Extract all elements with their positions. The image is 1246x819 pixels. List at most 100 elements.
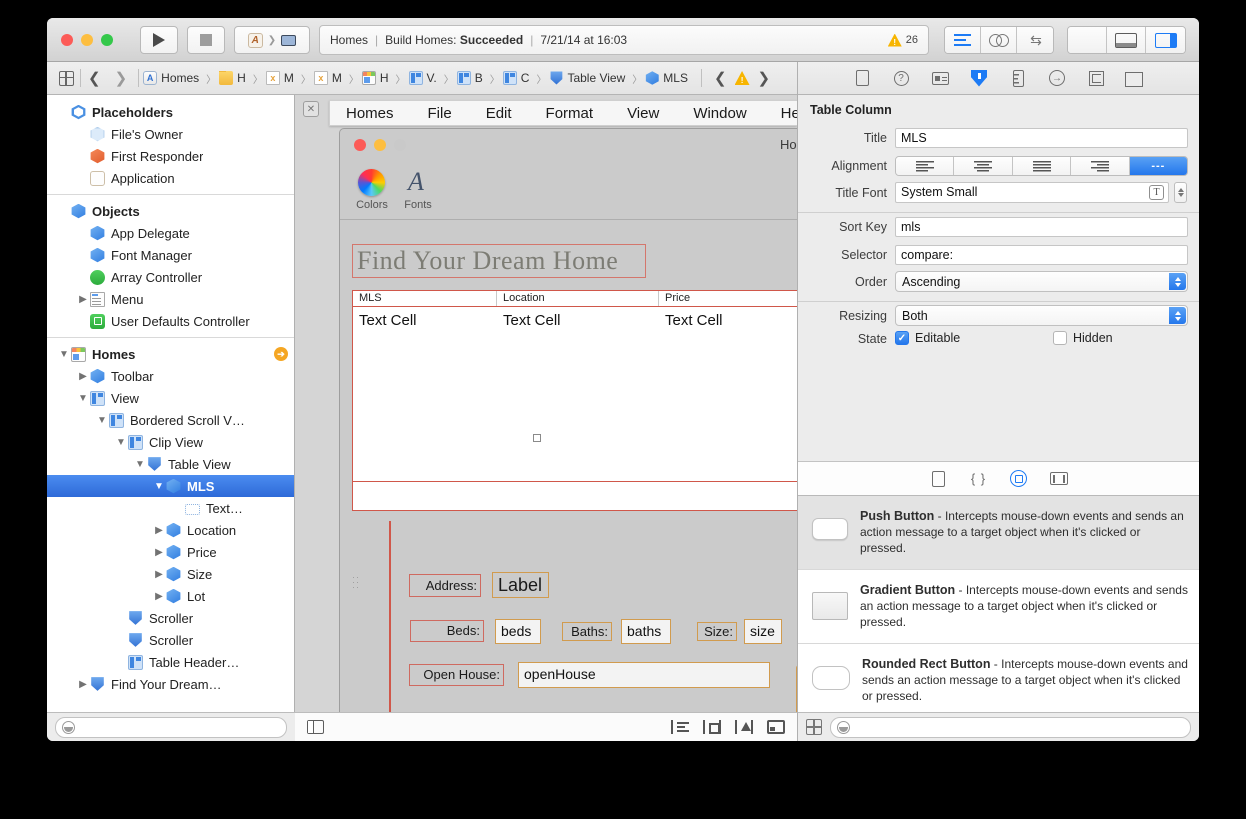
outline-row[interactable]: ▼ Clip View bbox=[47, 431, 294, 453]
breadcrumb-item[interactable]: MLS 〉 bbox=[645, 71, 688, 85]
resizing-behavior-icon[interactable] bbox=[767, 720, 785, 734]
outline-row[interactable]: ▶ Lot bbox=[47, 585, 294, 607]
font-size-stepper[interactable] bbox=[1174, 182, 1187, 203]
outline-row[interactable]: ▼ Table View bbox=[47, 453, 294, 475]
editable-checkbox[interactable]: ✓ bbox=[895, 331, 909, 345]
disclosure-triangle-icon[interactable]: ▶ bbox=[152, 547, 166, 558]
outline-row[interactable]: ▶ Location bbox=[47, 519, 294, 541]
breadcrumb-item[interactable]: M 〉 bbox=[314, 71, 359, 86]
table-column-header[interactable]: MLS bbox=[353, 291, 497, 306]
beds-field[interactable]: beds bbox=[495, 619, 541, 644]
debug-area-toggle-button[interactable] bbox=[1107, 27, 1146, 53]
sort-key-field[interactable] bbox=[895, 217, 1188, 237]
order-popup[interactable]: Ascending bbox=[895, 271, 1188, 292]
disclosure-triangle-icon[interactable]: ▼ bbox=[114, 437, 128, 448]
mock-menu-item[interactable]: View bbox=[627, 105, 659, 122]
version-editor-button[interactable]: ⇆ bbox=[1017, 27, 1053, 53]
mock-menu-item[interactable]: Format bbox=[546, 105, 594, 122]
outline-row[interactable]: Array Controller bbox=[47, 266, 294, 288]
baths-label[interactable]: Baths: bbox=[562, 622, 612, 641]
size-field[interactable]: size bbox=[744, 619, 782, 644]
breadcrumb-item[interactable]: M 〉 bbox=[266, 71, 311, 86]
attributes-inspector-tab[interactable] bbox=[970, 69, 988, 87]
font-panel-icon[interactable]: T bbox=[1149, 185, 1164, 200]
bindings-inspector-tab[interactable] bbox=[1087, 69, 1105, 87]
outline-row[interactable]: ▼ View bbox=[47, 387, 294, 409]
disclosure-triangle-icon[interactable]: ▶ bbox=[152, 525, 166, 536]
breadcrumb-item[interactable]: B 〉 bbox=[457, 71, 500, 86]
scheme-selector[interactable]: A ❯ bbox=[234, 26, 310, 54]
open-house-label[interactable]: Open House: bbox=[409, 664, 504, 686]
outline-row[interactable]: App Delegate bbox=[47, 222, 294, 244]
outline-row[interactable]: First Responder bbox=[47, 145, 294, 167]
selection-handle[interactable] bbox=[533, 434, 541, 442]
navigator-toggle-button[interactable] bbox=[1068, 27, 1107, 53]
disclosure-triangle-icon[interactable]: ▶ bbox=[76, 679, 90, 690]
file-inspector-tab[interactable] bbox=[853, 69, 871, 87]
next-issue-button[interactable]: ❯ bbox=[756, 69, 773, 87]
mock-menu-item[interactable]: Window bbox=[693, 105, 746, 122]
mock-menu-item[interactable]: Help bbox=[781, 105, 797, 122]
align-justify-segment[interactable] bbox=[1013, 157, 1071, 175]
align-natural-segment[interactable]: --- bbox=[1130, 157, 1187, 175]
library-item[interactable]: Rounded Rect Button - Intercepts mouse-d… bbox=[798, 644, 1199, 712]
library-filter-field[interactable] bbox=[830, 717, 1191, 738]
disclosure-triangle-icon[interactable]: ▶ bbox=[152, 569, 166, 580]
color-wheel-icon[interactable] bbox=[358, 169, 385, 196]
hero-title-label[interactable]: Find Your Dream Home bbox=[352, 244, 646, 278]
design-window[interactable]: Homes Colors A Fonts Find Your Dream Hom… bbox=[339, 128, 797, 712]
outline-row[interactable]: ▶ Menu bbox=[47, 288, 294, 310]
address-value-label[interactable]: Label bbox=[492, 572, 549, 598]
baths-field[interactable]: baths bbox=[621, 619, 671, 644]
outline-row[interactable]: ▶ Find Your Dream… bbox=[47, 673, 294, 695]
back-button[interactable]: ❮ bbox=[81, 69, 108, 87]
size-inspector-tab[interactable] bbox=[1009, 69, 1027, 87]
outline-row[interactable]: ▼ MLS bbox=[47, 475, 294, 497]
standard-editor-button[interactable] bbox=[945, 27, 981, 53]
outline-row[interactable]: Font Manager bbox=[47, 244, 294, 266]
outline-row[interactable]: Scroller bbox=[47, 607, 294, 629]
breadcrumb-item[interactable]: H 〉 bbox=[219, 71, 263, 86]
library-item[interactable]: Push Button - Intercepts mouse-down even… bbox=[798, 496, 1199, 570]
title-font-field[interactable]: System Small T bbox=[895, 182, 1169, 203]
outline-row[interactable]: Text… bbox=[47, 497, 294, 519]
resolve-autolayout-icon[interactable] bbox=[735, 720, 753, 734]
size-label[interactable]: Size: bbox=[697, 622, 737, 641]
resizing-popup[interactable]: Both bbox=[895, 305, 1188, 326]
breadcrumb-item[interactable]: C 〉 bbox=[503, 71, 547, 86]
breadcrumb-item[interactable]: Table View 〉 bbox=[549, 71, 642, 86]
quick-help-inspector-tab[interactable]: ? bbox=[892, 69, 910, 87]
outline-row[interactable]: Scroller bbox=[47, 629, 294, 651]
outline-filter-field[interactable] bbox=[55, 717, 287, 738]
library-grid-toggle[interactable] bbox=[806, 719, 822, 735]
table-column-header[interactable]: Location bbox=[497, 291, 659, 306]
outline-row[interactable]: ▼ Bordered Scroll V… bbox=[47, 409, 294, 431]
disclosure-triangle-icon[interactable]: ▶ bbox=[76, 294, 90, 305]
title-field[interactable] bbox=[895, 128, 1188, 148]
previous-issue-button[interactable]: ❮ bbox=[712, 69, 729, 87]
outline-row[interactable]: Objects bbox=[47, 200, 294, 222]
selector-field[interactable] bbox=[895, 245, 1188, 265]
code-snippet-library-tab[interactable]: { } bbox=[970, 470, 988, 488]
outline-row[interactable]: Table Header… bbox=[47, 651, 294, 673]
table-row[interactable]: Text Cell Text Cell Text Cell bbox=[353, 307, 797, 329]
library-item[interactable]: Gradient Button - Intercepts mouse-down … bbox=[798, 570, 1199, 644]
outline-row[interactable]: Placeholders bbox=[47, 101, 294, 123]
go-arrow-badge[interactable]: ➔ bbox=[274, 347, 288, 361]
breadcrumb-item[interactable]: H 〉 bbox=[362, 71, 406, 86]
disclosure-triangle-icon[interactable]: ▼ bbox=[76, 393, 90, 404]
connections-inspector-tab[interactable]: → bbox=[1048, 69, 1066, 87]
identity-inspector-tab[interactable] bbox=[931, 69, 949, 87]
mock-menu-item[interactable]: Homes bbox=[346, 105, 394, 122]
mock-menu-item[interactable]: File bbox=[428, 105, 452, 122]
outline-row[interactable]: User Defaults Controller bbox=[47, 310, 294, 332]
fonts-icon[interactable]: A bbox=[408, 167, 424, 197]
warning-badge[interactable]: ! 26 bbox=[888, 34, 918, 47]
mock-menu-item[interactable]: Edit bbox=[486, 105, 512, 122]
disclosure-triangle-icon[interactable]: ▶ bbox=[76, 371, 90, 382]
assistant-editor-button[interactable] bbox=[981, 27, 1017, 53]
align-right-segment[interactable] bbox=[1071, 157, 1129, 175]
outline-row[interactable]: File's Owner bbox=[47, 123, 294, 145]
disclosure-triangle-icon[interactable]: ▶ bbox=[152, 591, 166, 602]
canvas-close-chip[interactable]: ✕ bbox=[303, 101, 319, 117]
